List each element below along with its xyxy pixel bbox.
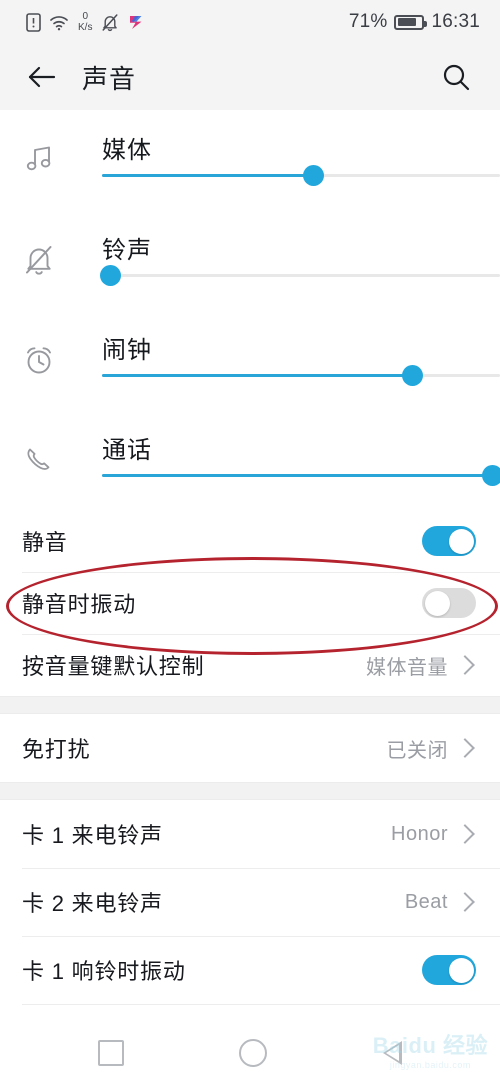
- slider-fill: [102, 374, 413, 377]
- volume-sliders-section: 媒体 铃声 闹钟 通话: [0, 110, 500, 510]
- vibrate-when-silent-toggle[interactable]: [422, 588, 476, 618]
- volume-row-alarm: 闹钟: [0, 310, 500, 410]
- volume-slider-call[interactable]: [102, 465, 500, 486]
- network-speed-unit: K/s: [78, 21, 93, 33]
- square-recents-icon[interactable]: [97, 1040, 124, 1066]
- system-navigation-bar: [0, 1022, 500, 1084]
- network-speed-indicator: 0 K/s: [78, 10, 93, 33]
- app-icon: [127, 13, 145, 31]
- row-vibrate-when-silent[interactable]: 静音时振动: [0, 572, 500, 634]
- slider-thumb[interactable]: [99, 265, 121, 286]
- row-value: Honor: [391, 822, 448, 845]
- slider-fill: [102, 174, 313, 177]
- row-value: 已关闭: [386, 739, 448, 762]
- row-divider: [22, 572, 500, 573]
- volume-label-ringtone: 铃声: [102, 237, 152, 264]
- chevron-right-icon: [455, 892, 475, 912]
- chevron-right-icon: [455, 824, 475, 844]
- volume-label-call: 通话: [102, 437, 152, 464]
- row-divider: [22, 868, 500, 869]
- row-label: 静音时振动: [22, 592, 137, 617]
- volume-label-alarm: 闹钟: [102, 337, 152, 364]
- volume-slider-alarm[interactable]: [102, 365, 500, 386]
- music-note-icon: [0, 143, 70, 177]
- slider-fill: [102, 474, 493, 477]
- volume-slider-media[interactable]: [102, 165, 500, 186]
- row-silent-mode[interactable]: 静音: [0, 510, 500, 572]
- bell-muted-icon: [0, 243, 70, 277]
- battery-icon: [394, 14, 428, 30]
- alarm-clock-icon: [0, 343, 70, 377]
- sim1-vibrate-toggle[interactable]: [422, 955, 476, 985]
- circle-home-icon[interactable]: [239, 1039, 268, 1067]
- slider-thumb[interactable]: [402, 365, 424, 386]
- row-label: 按音量键默认控制: [22, 654, 205, 679]
- search-icon[interactable]: [436, 57, 476, 97]
- row-value: Beat: [404, 890, 448, 913]
- row-label: 卡 2 来电铃声: [22, 891, 163, 916]
- network-speed-value: 0: [82, 10, 88, 22]
- slider-thumb[interactable]: [482, 465, 500, 486]
- row-sim1-ringtone[interactable]: 卡 1 来电铃声 Honor: [0, 800, 500, 868]
- battery-percent-label: 71%: [348, 11, 388, 32]
- row-label: 卡 1 响铃时振动: [22, 959, 186, 984]
- status-bar-left-icons: 0 K/s: [26, 10, 145, 33]
- phone-handset-icon: [0, 443, 70, 477]
- row-label: 卡 1 来电铃声: [22, 823, 163, 848]
- phone-screen: 0 K/s 71% 16:31 声音 媒体 铃声 闹钟 通话 静音 静音时振动 …: [0, 0, 500, 1084]
- slider-track: [102, 274, 500, 277]
- wifi-icon: [49, 14, 69, 31]
- silent-settings-section: 静音 静音时振动 按音量键默认控制 媒体音量: [0, 510, 500, 696]
- do-not-disturb-section: 免打扰 已关闭: [0, 714, 500, 782]
- volume-row-call: 通话: [0, 410, 500, 510]
- section-separator: [0, 696, 500, 714]
- app-header: 声音: [0, 44, 500, 110]
- row-label: 静音: [22, 530, 68, 555]
- row-divider: [22, 936, 500, 937]
- row-sim2-ringtone[interactable]: 卡 2 来电铃声 Beat: [0, 868, 500, 936]
- triangle-back-icon[interactable]: [383, 1041, 403, 1065]
- volume-row-ringtone: 铃声: [0, 210, 500, 310]
- bell-muted-icon: [101, 13, 119, 32]
- back-arrow-icon[interactable]: [22, 57, 62, 97]
- chevron-right-icon: [455, 655, 475, 675]
- row-label: 免打扰: [22, 737, 91, 762]
- volume-row-media: 媒体: [0, 110, 500, 210]
- slider-thumb[interactable]: [302, 165, 324, 186]
- row-value: 媒体音量: [366, 656, 448, 679]
- clock-label: 16:31: [431, 11, 480, 32]
- silent-mode-toggle[interactable]: [422, 526, 476, 556]
- settings-scroll-area[interactable]: 媒体 铃声 闹钟 通话 静音 静音时振动 按音量键默认控制 媒体音量 免打扰 已…: [0, 110, 500, 1084]
- page-title: 声音: [82, 63, 137, 94]
- volume-slider-ringtone[interactable]: [99, 265, 500, 286]
- row-do-not-disturb[interactable]: 免打扰 已关闭: [0, 714, 500, 782]
- row-volume-key-default-control[interactable]: 按音量键默认控制 媒体音量: [0, 634, 500, 696]
- sim-card-icon: [26, 12, 41, 32]
- section-separator: [0, 782, 500, 800]
- volume-label-media: 媒体: [102, 137, 152, 164]
- row-divider: [22, 1004, 500, 1005]
- status-bar: 0 K/s 71% 16:31: [0, 0, 500, 44]
- status-bar-right: 71% 16:31: [349, 11, 480, 33]
- row-divider: [22, 634, 500, 635]
- chevron-right-icon: [455, 738, 475, 758]
- row-sim1-vibrate-on-ring[interactable]: 卡 1 响铃时振动: [0, 936, 500, 1004]
